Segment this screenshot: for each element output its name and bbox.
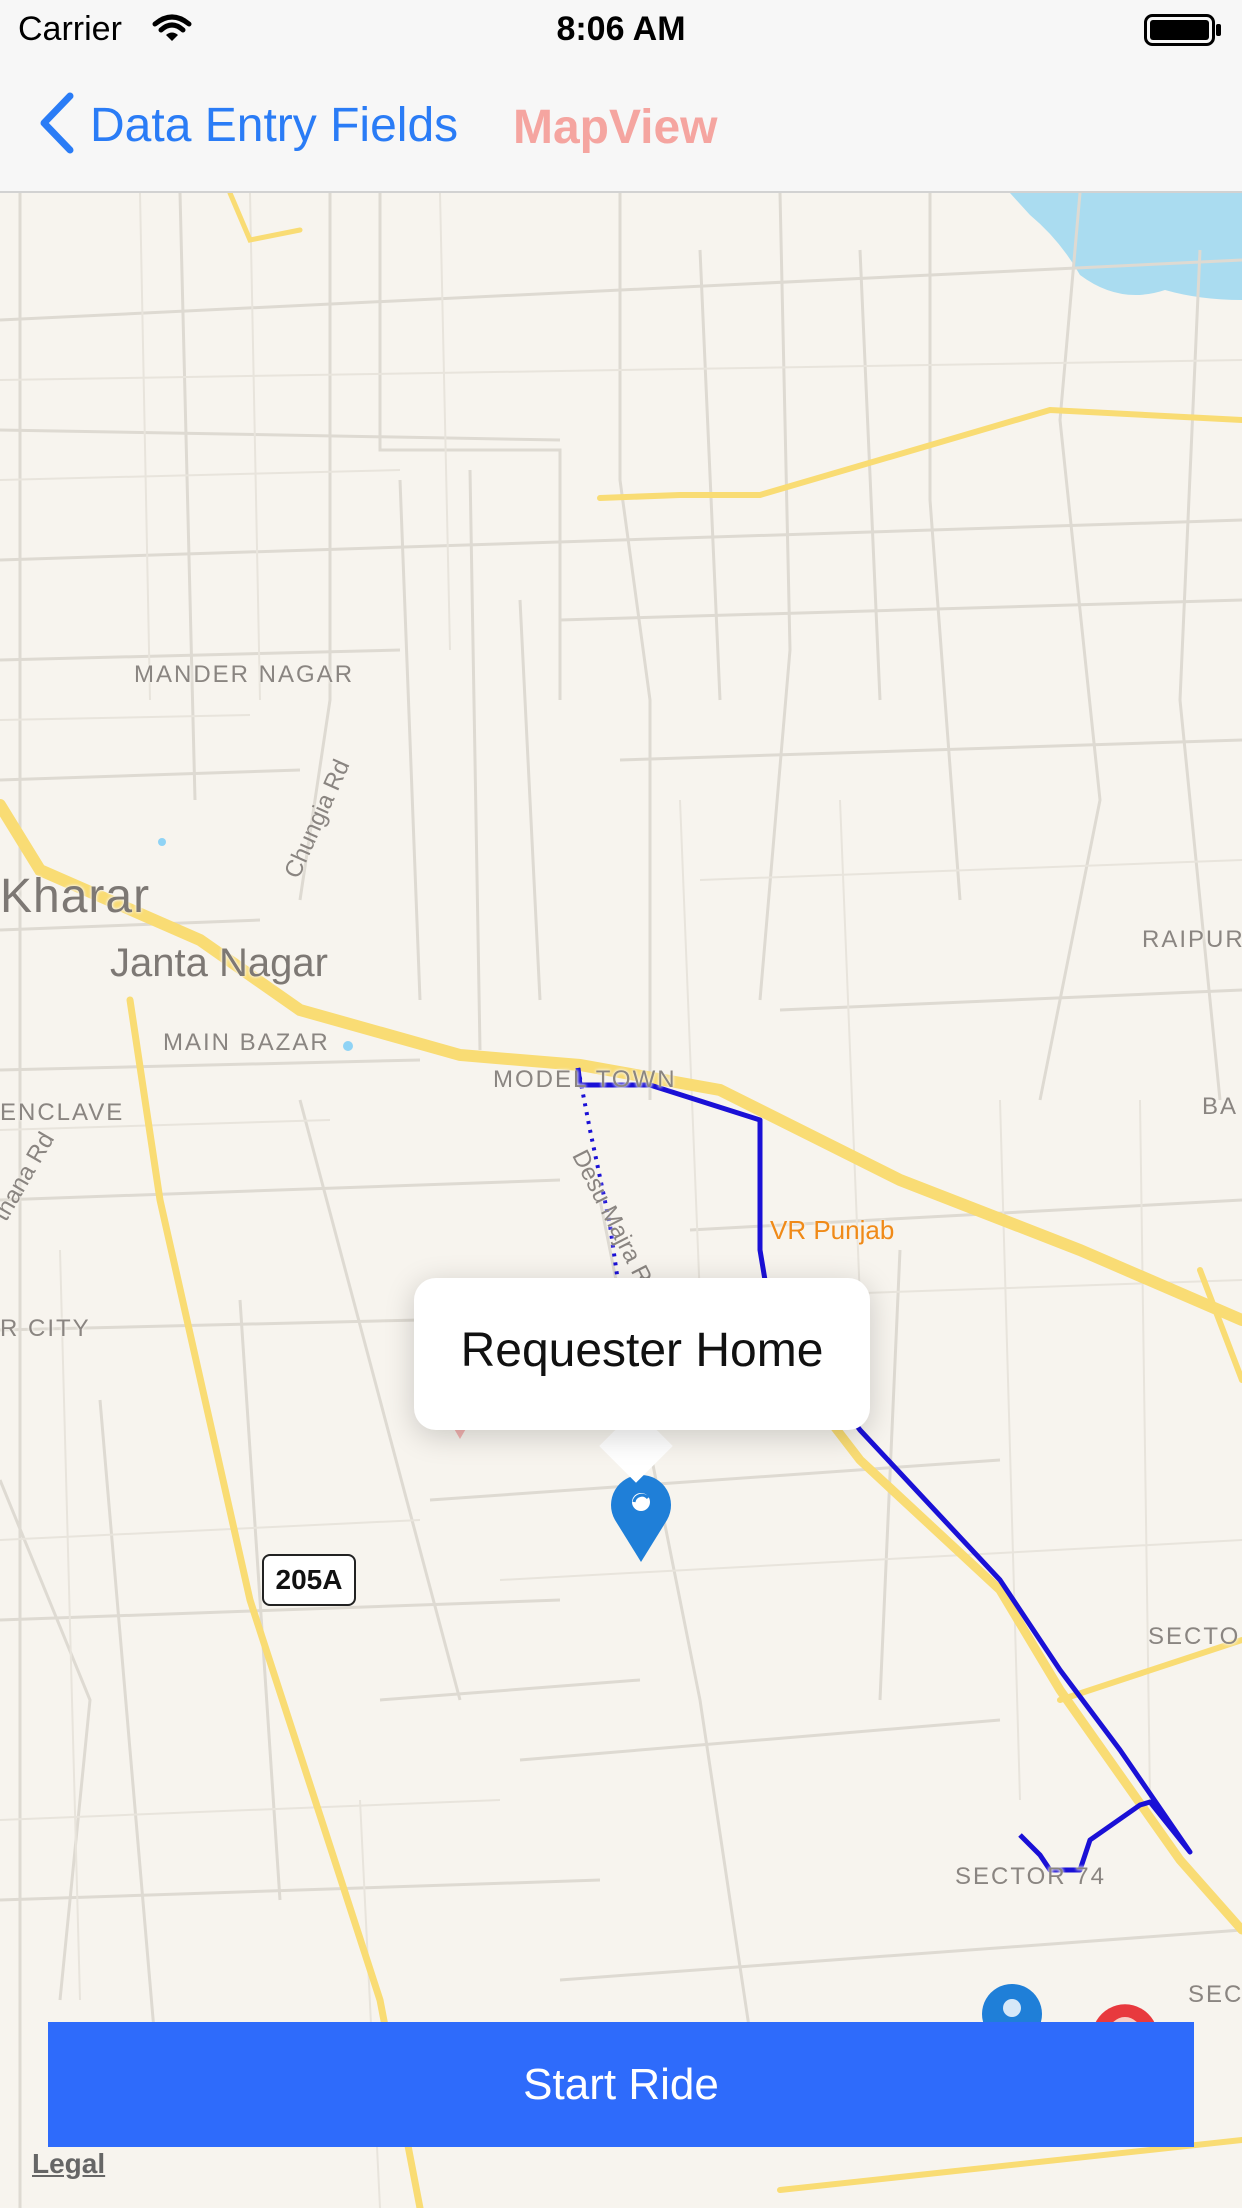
area-label-sec: SEC — [1188, 1981, 1242, 2008]
page-title: MapView — [513, 101, 718, 154]
map-view[interactable]: MANDER NAGAR Kharar Janta Nagar MAIN BAZ… — [0, 193, 1242, 2208]
area-label-mander-nagar: MANDER NAGAR — [134, 661, 355, 688]
area-label-main-bazar: MAIN BAZAR — [163, 1029, 330, 1056]
navigation-bar: Data Entry Fields MapView — [0, 60, 1242, 193]
battery-icon — [1144, 14, 1224, 51]
status-time: 8:06 AM — [556, 10, 686, 48]
area-label-secto: SECTO — [1148, 1623, 1241, 1650]
poi-label-vr-punjab: VR Punjab — [770, 1215, 895, 1245]
annotation-callout[interactable]: Requester Home — [414, 1278, 870, 1430]
area-label-model-town: MODEL TOWN — [493, 1066, 677, 1093]
area-label-r-city: R CITY — [0, 1315, 91, 1342]
area-label-kharar: Kharar — [0, 870, 151, 923]
route-205a-shield: 205A — [262, 1554, 356, 1606]
start-ride-button[interactable]: Start Ride — [48, 2022, 1194, 2147]
legal-link[interactable]: Legal — [32, 2148, 105, 2180]
map-canvas — [0, 193, 1242, 2208]
status-bar: Carrier 8:06 AM — [0, 0, 1242, 60]
area-label-janta-nagar: Janta Nagar — [110, 941, 328, 985]
requester-home-pin[interactable] — [607, 1468, 675, 1569]
area-label-sector-74: SECTOR 74 — [955, 1863, 1106, 1890]
back-button[interactable]: Data Entry Fields — [36, 90, 458, 160]
area-label-raipur: RAIPUR — [1142, 926, 1242, 953]
back-button-label: Data Entry Fields — [90, 98, 459, 152]
area-label-enclave: ENCLAVE — [0, 1099, 125, 1126]
chevron-left-icon — [36, 92, 76, 159]
area-label-ba: BA — [1202, 1093, 1239, 1120]
callout-title: Requester Home — [460, 1324, 824, 1377]
